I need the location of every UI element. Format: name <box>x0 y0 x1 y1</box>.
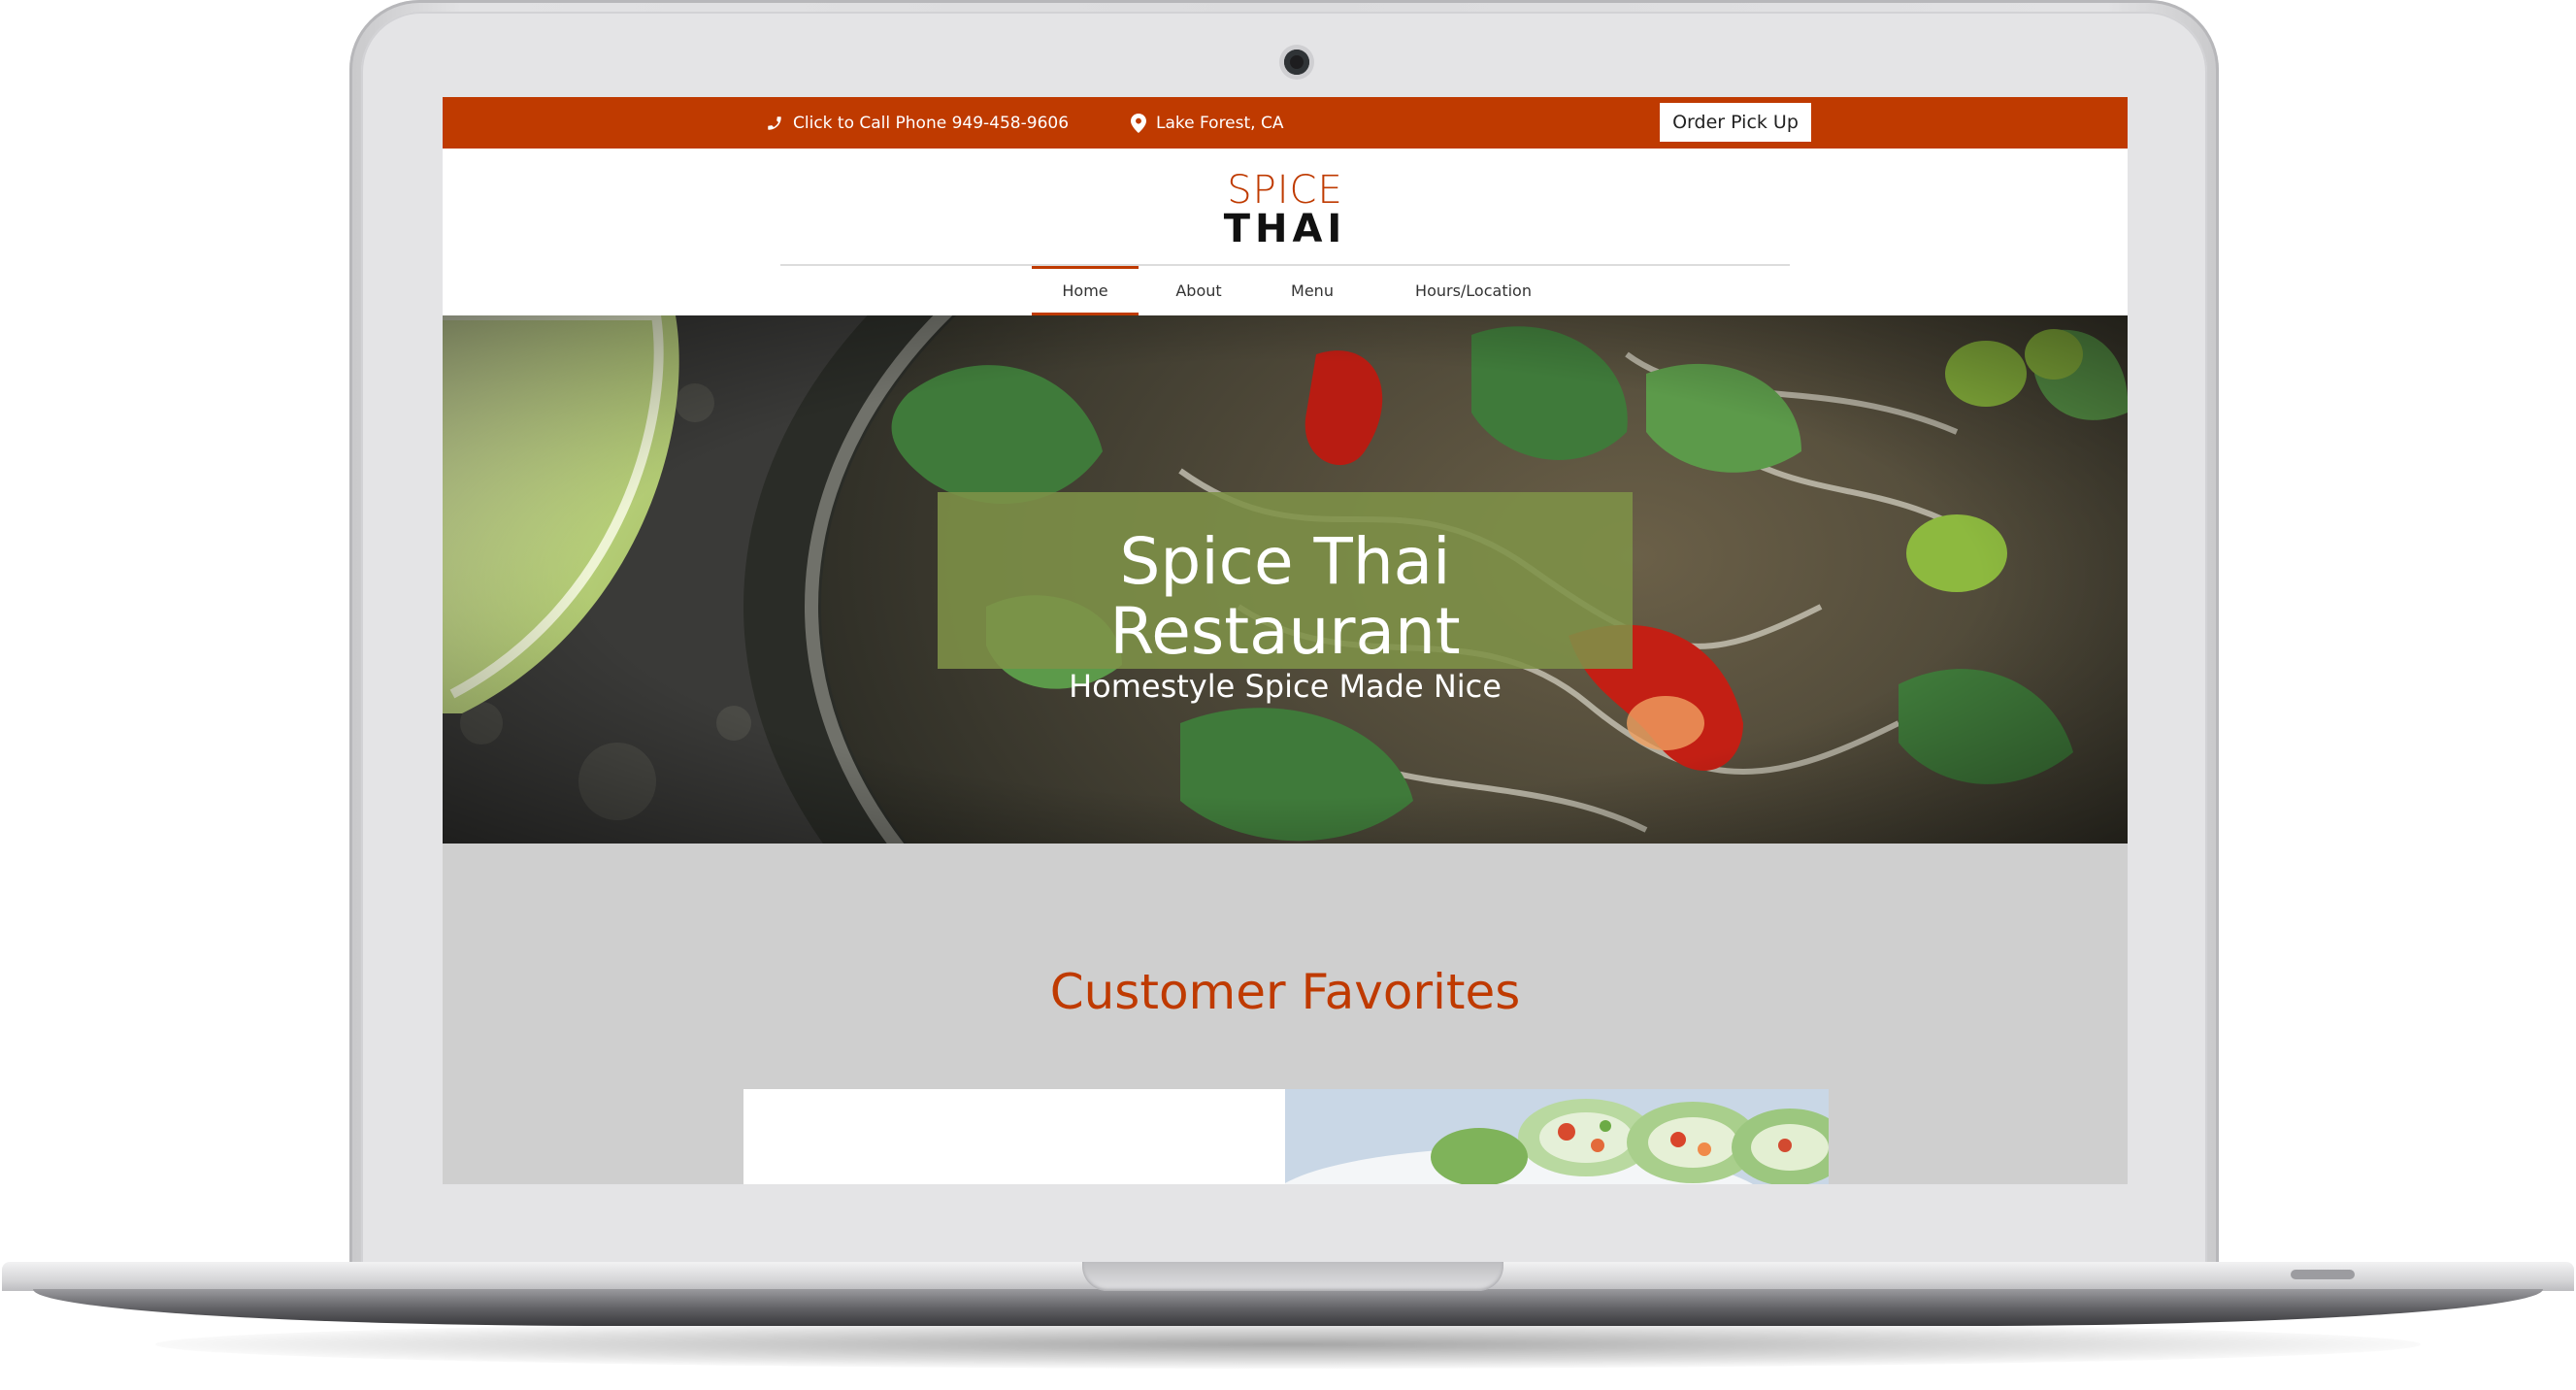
hero-title: Spice Thai Restaurant <box>1109 524 1461 669</box>
favorite-card-image[interactable] <box>1285 1089 1829 1184</box>
laptop-base-edge <box>33 1289 2543 1326</box>
laptop-mockup: Click to Call Phone 949-458-9606 Lake Fo… <box>0 0 2576 1390</box>
website-screen: Click to Call Phone 949-458-9606 Lake Fo… <box>443 97 2128 1184</box>
phone-label: Click to Call Phone 949-458-9606 <box>793 113 1070 133</box>
location-link[interactable]: Lake Forest, CA <box>1131 97 1283 149</box>
laptop-lid-notch <box>1082 1262 1503 1291</box>
phone-icon <box>768 116 781 130</box>
logo-spice-text: SPICE <box>1227 168 1343 213</box>
hero-subtitle: Homestyle Spice Made Nice <box>1069 668 1502 705</box>
customer-favorites-section: Customer Favorites <box>443 844 2128 1184</box>
spring-rolls-image <box>1285 1089 1829 1184</box>
nav-item-menu[interactable]: Menu <box>1285 266 1339 315</box>
nav-item-home[interactable]: Home <box>1032 266 1139 315</box>
main-nav: Home About Menu Hours/Location <box>443 266 2128 315</box>
spice-thai-logo[interactable]: SPICE THAI <box>443 170 2128 248</box>
favorite-card-text[interactable] <box>743 1089 1285 1184</box>
call-phone-link[interactable]: Click to Call Phone 949-458-9606 <box>766 97 1069 149</box>
webcam-icon <box>1284 50 1309 75</box>
favorites-heading: Customer Favorites <box>1049 964 1521 1020</box>
nav-item-about[interactable]: About <box>1169 266 1229 315</box>
order-pickup-button[interactable]: Order Pick Up <box>1660 103 1811 142</box>
top-contact-bar: Click to Call Phone 949-458-9606 Lake Fo… <box>443 97 2128 149</box>
map-pin-icon <box>1131 113 1146 133</box>
location-label: Lake Forest, CA <box>1156 113 1284 133</box>
logo-thai-text: THAI <box>1223 207 1347 251</box>
site-header: SPICE THAI Home About Menu Hours/Locatio… <box>443 149 2128 315</box>
laptop-shadow <box>155 1320 2421 1369</box>
hero-banner: Spice Thai Restaurant Homestyle Spice Ma… <box>443 315 2128 844</box>
nav-item-hours-location[interactable]: Hours/Location <box>1404 266 1543 315</box>
hero-caption-box: Spice Thai Restaurant Homestyle Spice Ma… <box>938 492 1633 705</box>
laptop-indicator-light <box>2291 1270 2355 1279</box>
